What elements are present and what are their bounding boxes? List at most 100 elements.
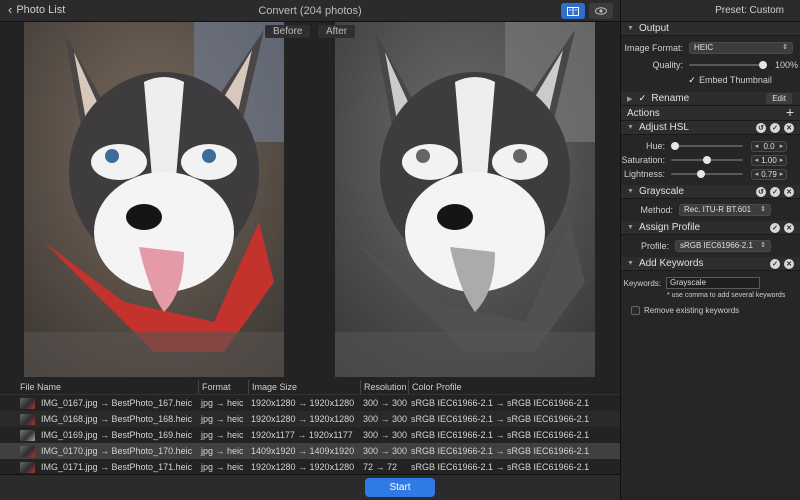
keywords-hint: * use comma to add several keywords — [667, 292, 786, 299]
enable-check-icon[interactable]: ✓ — [770, 223, 780, 233]
enable-check-icon[interactable]: ✓ — [770, 259, 780, 269]
slider-knob[interactable] — [703, 156, 711, 164]
column-header-color-profile[interactable]: Color Profile — [408, 380, 620, 394]
size-cell: 1409x1920 → 1409x1920 — [251, 446, 355, 456]
format-cell: jpg → heic — [201, 446, 244, 456]
enable-check-icon[interactable]: ✓ — [770, 187, 780, 197]
rename-section-header[interactable]: ▶ ✓ Rename Edit — [621, 92, 800, 106]
disclosure-open-icon: ▼ — [627, 260, 634, 267]
after-label: After — [318, 25, 356, 38]
preview-toggle-button[interactable] — [589, 3, 613, 19]
quality-label: Quality: — [652, 60, 683, 70]
format-cell: jpg → heic — [201, 398, 244, 408]
disclosure-open-icon: ▼ — [627, 124, 634, 131]
rename-edit-button[interactable]: Edit — [766, 93, 792, 104]
hue-slider[interactable] — [671, 142, 743, 150]
assign-profile-section-header[interactable]: ▼ Assign Profile ✓ ✕ — [621, 221, 800, 235]
profile-cell: sRGB IEC61966-2.1 → sRGB IEC61966-2.1 — [411, 414, 590, 424]
increment-icon[interactable]: ▸ — [777, 170, 786, 178]
remove-icon[interactable]: ✕ — [784, 259, 794, 269]
lightness-row: Lightness: ◂ 0.79 ▸ — [621, 167, 800, 181]
quality-slider[interactable] — [689, 61, 767, 69]
remove-icon[interactable]: ✕ — [784, 123, 794, 133]
keywords-label: Keywords: — [623, 278, 661, 288]
after-image — [335, 22, 595, 377]
updown-arrow-icon: ⇕ — [782, 44, 788, 51]
slider-knob[interactable] — [696, 170, 705, 178]
table-row[interactable]: IMG_0168.jpg → BestPhoto_168.heic jpg → … — [0, 411, 620, 427]
app-window: ‹ Photo List Convert (204 photos) Before… — [0, 0, 800, 500]
file-name: IMG_0171.jpg → BestPhoto_171.heic — [41, 462, 193, 472]
decrement-icon[interactable]: ◂ — [752, 170, 761, 178]
embed-thumbnail-label: Embed Thumbnail — [699, 75, 772, 85]
size-cell: 1920x1280 → 1920x1280 — [251, 414, 355, 424]
add-keywords-section-header[interactable]: ▼ Add Keywords ✓ ✕ — [621, 257, 800, 271]
disclosure-open-icon: ▼ — [627, 25, 634, 32]
slider-knob[interactable] — [671, 142, 679, 150]
reset-icon[interactable]: ↺ — [756, 123, 766, 133]
output-section-header[interactable]: ▼ Output — [621, 22, 800, 36]
decrement-icon[interactable]: ◂ — [752, 156, 761, 164]
window-title: Convert (204 photos) — [258, 5, 362, 17]
column-header-file-name[interactable]: File Name — [0, 380, 198, 394]
saturation-stepper[interactable]: ◂ 1.00 ▸ — [751, 154, 787, 166]
enable-check-icon[interactable]: ✓ — [770, 123, 780, 133]
lightness-stepper[interactable]: ◂ 0.79 ▸ — [751, 168, 787, 180]
checkmark-icon[interactable]: ✓ — [637, 93, 647, 104]
table-row-selected[interactable]: IMG_0170.jpg → BestPhoto_170.heic jpg → … — [0, 443, 620, 459]
file-name: IMG_0167.jpg → BestPhoto_167.heic — [41, 398, 193, 408]
add-action-icon[interactable]: + — [786, 104, 794, 120]
remove-keywords-checkbox[interactable] — [631, 305, 640, 315]
photo-thumbnail — [20, 445, 35, 457]
saturation-label: Saturation: — [621, 155, 665, 165]
back-button[interactable]: ‹ Photo List — [8, 3, 65, 16]
increment-icon[interactable]: ▸ — [777, 156, 786, 164]
lightness-label: Lightness: — [623, 169, 665, 179]
resolution-cell: 300 → 300 — [363, 446, 408, 456]
image-format-select[interactable]: HEIC ⇕ — [689, 42, 793, 54]
remove-icon[interactable]: ✕ — [784, 187, 794, 197]
photo-thumbnail — [20, 397, 35, 409]
file-name: IMG_0168.jpg → BestPhoto_168.heic — [41, 414, 193, 424]
table-row[interactable]: IMG_0169.jpg → BestPhoto_169.heic jpg → … — [0, 427, 620, 443]
keywords-row: Keywords: Grayscale — [621, 274, 800, 292]
output-title: Output — [638, 23, 669, 34]
profile-select[interactable]: sRGB IEC61966-2.1 ⇕ — [675, 240, 771, 252]
quality-value: 100% — [775, 60, 799, 70]
preview-area: Before After — [0, 22, 620, 380]
lightness-slider[interactable] — [671, 170, 743, 178]
reset-icon[interactable]: ↺ — [756, 187, 766, 197]
start-button[interactable]: Start — [365, 478, 435, 497]
table-row[interactable]: IMG_0171.jpg → BestPhoto_171.heic jpg → … — [0, 459, 620, 475]
column-header-image-size[interactable]: Image Size — [248, 380, 360, 394]
method-label: Method: — [640, 205, 673, 215]
column-header-format[interactable]: Format — [198, 380, 248, 394]
hue-stepper[interactable]: ◂ 0.0 ▸ — [751, 140, 787, 152]
method-value: Rec. ITU-R BT.601 — [684, 205, 752, 214]
add-keywords-title: Add Keywords — [638, 258, 704, 269]
grayscale-section-header[interactable]: ▼ Grayscale ↺ ✓ ✕ — [621, 185, 800, 199]
column-header-resolution[interactable]: Resolution — [360, 380, 408, 394]
profile-cell: sRGB IEC61966-2.1 → sRGB IEC61966-2.1 — [411, 398, 590, 408]
updown-arrow-icon: ⇕ — [760, 242, 766, 249]
preset-selector[interactable]: Preset: Custom — [621, 0, 800, 22]
saturation-slider[interactable] — [671, 156, 743, 164]
format-cell: jpg → heic — [201, 414, 244, 424]
adjust-hsl-section-header[interactable]: ▼ Adjust HSL ↺ ✓ ✕ — [621, 121, 800, 135]
disclosure-open-icon: ▼ — [627, 224, 634, 231]
checkmark-icon[interactable]: ✓ — [687, 75, 697, 85]
photo-thumbnail — [20, 413, 35, 425]
image-format-value: HEIC — [694, 43, 714, 52]
table-row[interactable]: IMG_0167.jpg → BestPhoto_167.heic jpg → … — [0, 395, 620, 411]
decrement-icon[interactable]: ◂ — [752, 142, 761, 150]
profile-label: Profile: — [640, 241, 669, 251]
file-name: IMG_0169.jpg → BestPhoto_169.heic — [41, 430, 193, 440]
keywords-input[interactable]: Grayscale — [666, 277, 760, 289]
method-select[interactable]: Rec. ITU-R BT.601 ⇕ — [679, 204, 771, 216]
slider-knob[interactable] — [759, 61, 767, 69]
table-header: File Name Format Image Size Resolution C… — [0, 380, 620, 395]
before-image — [24, 22, 284, 377]
remove-icon[interactable]: ✕ — [784, 223, 794, 233]
split-view-button[interactable] — [561, 3, 585, 19]
increment-icon[interactable]: ▸ — [777, 142, 786, 150]
